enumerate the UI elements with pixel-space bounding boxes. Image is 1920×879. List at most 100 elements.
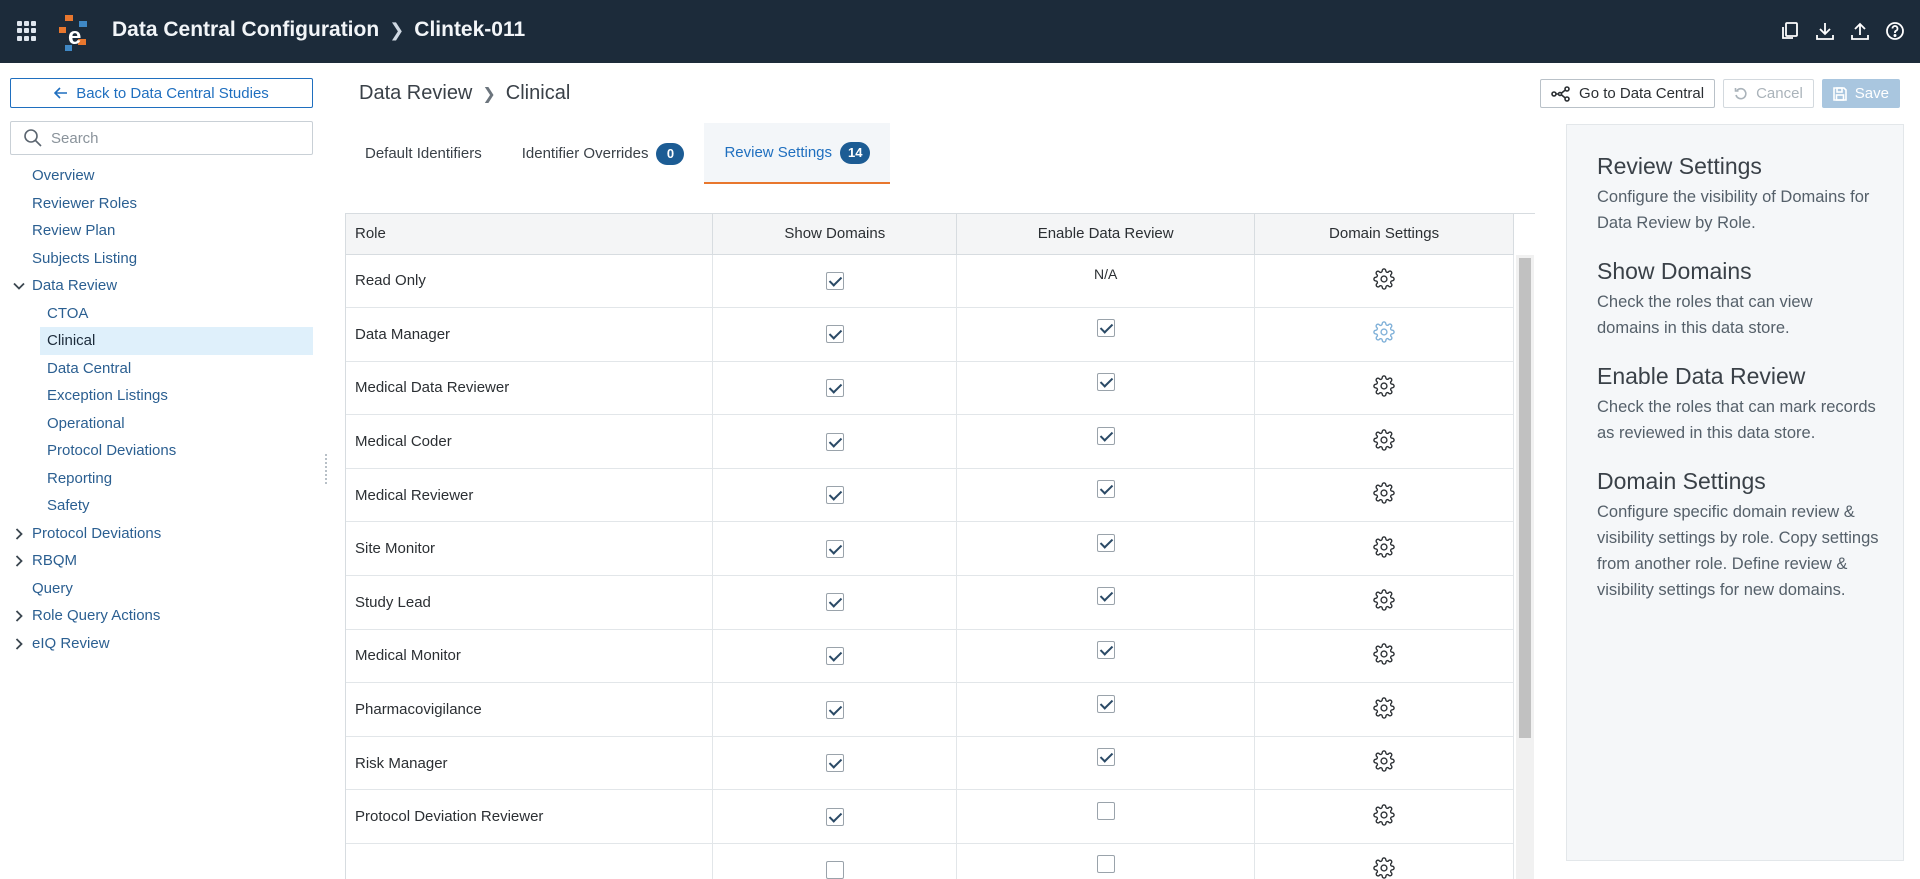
show-domains-checkbox[interactable] <box>825 593 844 612</box>
sidebar-item-rbqm[interactable]: RBQM <box>0 547 325 575</box>
domain-settings-cell <box>1254 843 1514 879</box>
gear-icon[interactable] <box>1373 857 1395 879</box>
cancel-button[interactable]: Cancel <box>1723 79 1814 108</box>
help-icon[interactable] <box>1883 19 1906 42</box>
gear-icon[interactable] <box>1373 536 1395 558</box>
enable-data-review-checkbox[interactable] <box>1096 587 1115 606</box>
sidebar-item-operational[interactable]: Operational <box>0 410 325 438</box>
sidebar-item-overview[interactable]: Overview <box>0 162 325 190</box>
column-header-enable-data-review[interactable]: Enable Data Review <box>956 214 1256 255</box>
show-domains-checkbox[interactable] <box>825 861 844 879</box>
show-domains-checkbox[interactable] <box>825 379 844 397</box>
top-bar: e Data Central Configuration ❯ Clintek-0… <box>0 0 1920 63</box>
enable-data-review-cell <box>956 307 1256 362</box>
gear-icon[interactable] <box>1373 428 1395 451</box>
app-title[interactable]: Data Central Configuration <box>112 18 379 42</box>
column-header-role[interactable]: Role <box>346 214 714 255</box>
gear-icon[interactable] <box>1373 268 1395 290</box>
gear-icon[interactable] <box>1373 643 1395 665</box>
sidebar-item-ctoa[interactable]: CTOA <box>0 300 325 328</box>
gear-icon[interactable] <box>1373 696 1395 719</box>
review-settings-table: Role Show Domains Enable Data Review Dom… <box>345 213 1535 879</box>
back-to-studies-button[interactable]: Back to Data Central Studies <box>10 78 313 108</box>
enable-data-review-checkbox[interactable] <box>1096 426 1115 445</box>
enable-data-review-checkbox[interactable] <box>1096 640 1115 659</box>
chevron-right-icon[interactable] <box>12 637 26 651</box>
enable-data-review-checkbox[interactable] <box>1096 748 1115 767</box>
scrollbar-thumb[interactable] <box>1519 258 1531 738</box>
show-domains-checkbox[interactable] <box>825 432 844 451</box>
sidebar-item-data-review[interactable]: Data Review <box>0 272 325 300</box>
search-box <box>10 121 313 155</box>
upload-icon[interactable] <box>1848 19 1871 42</box>
tab-default-identifiers[interactable]: Default Identifiers <box>345 123 502 184</box>
go-to-data-central-button[interactable]: Go to Data Central <box>1540 79 1716 108</box>
app-grid-icon[interactable] <box>17 21 37 41</box>
show-domains-checkbox[interactable] <box>825 700 844 719</box>
breadcrumb-parent[interactable]: Data Review <box>359 82 472 105</box>
page-breadcrumb: Data Review ❯ Clinical <box>359 82 570 105</box>
show-domains-checkbox[interactable] <box>825 807 844 826</box>
save-button[interactable]: Save <box>1821 79 1900 108</box>
chevron-right-icon[interactable] <box>12 527 26 541</box>
sidebar-item-eiq-review[interactable]: eIQ Review <box>0 630 325 658</box>
enable-data-review-checkbox[interactable] <box>1096 480 1115 499</box>
copy-icon[interactable] <box>1778 19 1801 42</box>
sidebar-item-reviewer-roles[interactable]: Reviewer Roles <box>0 190 325 218</box>
chevron-down-icon[interactable] <box>12 279 26 293</box>
gear-icon[interactable] <box>1373 321 1395 344</box>
enable-data-review-checkbox[interactable] <box>1096 373 1115 391</box>
panel-resize-handle[interactable] <box>325 452 331 492</box>
undo-icon <box>1734 87 1747 99</box>
sidebar-item-label: Protocol Deviations <box>32 524 162 542</box>
enable-data-review-checkbox[interactable] <box>1096 855 1115 874</box>
show-domains-cell <box>712 575 958 630</box>
enable-data-review-checkbox[interactable] <box>1096 533 1115 552</box>
count-badge: 14 <box>840 141 871 164</box>
table-row: Medical Monitor <box>346 629 1514 684</box>
gear-icon[interactable] <box>1373 750 1395 772</box>
show-domains-checkbox[interactable] <box>825 325 844 344</box>
sidebar-item-query[interactable]: Query <box>0 575 325 603</box>
show-domains-checkbox[interactable] <box>825 646 844 665</box>
chevron-right-icon[interactable] <box>12 609 26 623</box>
show-domains-cell <box>712 254 958 309</box>
search-input[interactable] <box>51 129 291 147</box>
column-header-domain-settings[interactable]: Domain Settings <box>1254 214 1514 255</box>
sidebar-item-label: CTOA <box>47 304 89 322</box>
sidebar-item-protocol-deviations[interactable]: Protocol Deviations <box>0 437 325 465</box>
table-scrollbar[interactable] <box>1516 255 1534 879</box>
sidebar-item-subjects-listing[interactable]: Subjects Listing <box>0 245 325 273</box>
enable-data-review-checkbox[interactable] <box>1096 801 1115 820</box>
gear-icon[interactable] <box>1373 803 1395 826</box>
enable-data-review-checkbox[interactable] <box>1096 319 1115 338</box>
sidebar-item-reporting[interactable]: Reporting <box>0 465 325 493</box>
enable-data-review-cell: N/A <box>956 254 1256 309</box>
enable-data-review-cell <box>956 789 1256 845</box>
show-domains-checkbox[interactable] <box>825 271 844 290</box>
enable-data-review-cell <box>956 468 1256 523</box>
sidebar-item-clinical[interactable]: Clinical <box>40 327 313 355</box>
sidebar-item-safety[interactable]: Safety <box>0 492 325 520</box>
sidebar-item-protocol-deviations[interactable]: Protocol Deviations <box>0 520 325 548</box>
chevron-right-icon[interactable] <box>12 554 26 568</box>
gear-icon[interactable] <box>1373 375 1395 397</box>
domain-settings-cell <box>1254 736 1514 791</box>
gear-icon[interactable] <box>1373 482 1395 504</box>
download-icon[interactable] <box>1813 19 1836 42</box>
show-domains-checkbox[interactable] <box>825 539 844 558</box>
column-header-show-domains[interactable]: Show Domains <box>712 214 958 255</box>
sidebar-item-data-central[interactable]: Data Central <box>0 355 325 383</box>
app-breadcrumb: Data Central Configuration ❯ Clintek-011 <box>112 18 525 42</box>
show-domains-checkbox[interactable] <box>825 754 844 773</box>
enable-data-review-checkbox[interactable] <box>1096 694 1115 713</box>
gear-icon[interactable] <box>1373 589 1395 612</box>
sidebar-item-review-plan[interactable]: Review Plan <box>0 217 325 245</box>
show-domains-checkbox[interactable] <box>825 486 844 505</box>
sidebar-item-exception-listings[interactable]: Exception Listings <box>0 382 325 410</box>
sidebar-item-role-query-actions[interactable]: Role Query Actions <box>0 602 325 630</box>
tab-review-settings[interactable]: Review Settings 14 <box>704 123 891 184</box>
sidebar-item-label: Protocol Deviations <box>47 442 177 460</box>
tab-identifier-overrides[interactable]: Identifier Overrides 0 <box>502 123 705 184</box>
domain-settings-cell <box>1254 414 1514 469</box>
